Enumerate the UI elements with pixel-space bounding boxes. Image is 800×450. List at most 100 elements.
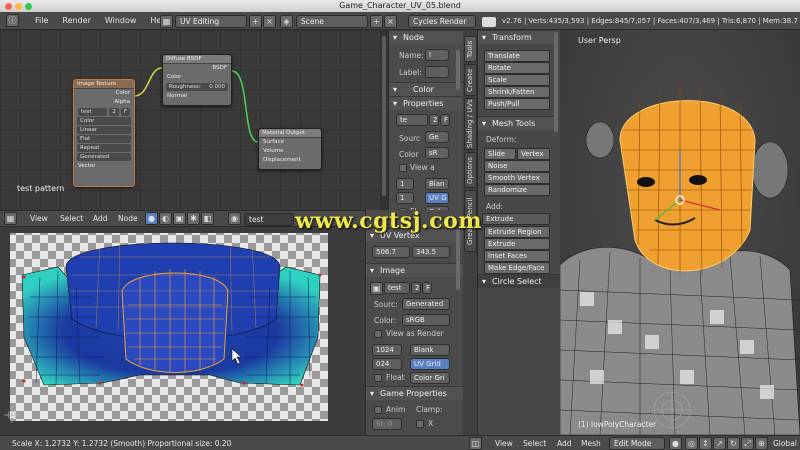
lamp-icon[interactable]: ✱ <box>187 212 200 225</box>
extrude-select[interactable]: Extrude <box>482 213 550 225</box>
make-edge-face-button[interactable]: Make Edge/Face <box>484 262 550 274</box>
smooth-vertex-button[interactable]: Smooth Vertex <box>484 172 550 184</box>
uv-vertex-y-field[interactable]: 343.5 <box>412 246 450 258</box>
node-interpolation[interactable]: Linear <box>77 126 131 134</box>
image-color-select[interactable]: sRGB <box>402 314 450 326</box>
uv-grid-button[interactable]: UV G <box>425 192 449 204</box>
rotate-button[interactable]: Rotate <box>484 62 550 74</box>
viewport-editor-type-icon[interactable]: ◫ <box>469 437 482 450</box>
properties-fake-user[interactable]: F <box>440 114 450 126</box>
shading-mode-icon[interactable]: ● <box>669 437 682 450</box>
minimize-window-button[interactable] <box>15 3 22 10</box>
layout-select[interactable]: UV Editing <box>175 15 247 28</box>
viewport-menu-mesh[interactable]: Mesh <box>581 439 601 448</box>
material-icon[interactable]: ◉ <box>228 212 241 225</box>
extrude-region-button[interactable]: Extrude Region <box>484 226 550 238</box>
scene-icon[interactable]: ◈ <box>280 15 293 28</box>
uv-menu-select[interactable]: Select <box>60 214 83 223</box>
diffuse-bsdf-node[interactable]: Diffuse BSDF BSDF Color Roughness: 0.000 … <box>162 54 232 106</box>
uv-vertex-x-field[interactable]: 506.7 <box>372 246 410 258</box>
properties-height-field[interactable]: 1 <box>396 192 414 204</box>
node-color-space[interactable]: Color <box>77 117 131 125</box>
game-properties-header[interactable]: Game Properties <box>366 386 464 401</box>
scale-button[interactable]: Scale <box>484 74 550 86</box>
translate-button[interactable]: Translate <box>484 50 550 62</box>
clamp-x-checkbox[interactable] <box>416 420 424 428</box>
node-editor[interactable]: Image Texture Color Alpha test 2 F Color… <box>0 30 380 210</box>
node-editor-scrollbar[interactable] <box>380 30 388 210</box>
tab-shading-uvs[interactable]: Shading / UVs <box>464 98 477 150</box>
shrink-fatten-button[interactable]: Shrink/Fatten <box>484 86 550 98</box>
layout-add-icon[interactable]: + <box>249 15 262 28</box>
uv-view-as-render-checkbox[interactable] <box>374 330 382 338</box>
uv-menu-view[interactable]: View <box>30 214 48 223</box>
uv-menu-node[interactable]: Node <box>118 214 138 223</box>
scene-add-icon[interactable]: + <box>370 15 383 28</box>
menu-file[interactable]: File <box>28 16 55 25</box>
mode-select[interactable]: Edit Mode <box>609 437 665 450</box>
image-browse-icon[interactable]: ▣ <box>370 282 383 295</box>
transform-panel-header[interactable]: Transform <box>478 30 554 45</box>
layout-icon[interactable]: ▦ <box>160 15 173 28</box>
node-extension[interactable]: Repeat <box>77 144 131 152</box>
color-panel-header[interactable]: Color <box>389 82 464 97</box>
menu-render[interactable]: Render <box>55 16 97 25</box>
image-texture-node[interactable]: Image Texture Color Alpha test 2 F Color… <box>73 79 135 187</box>
slide-vertex-button[interactable]: Vertex <box>517 148 550 160</box>
noise-button[interactable]: Noise <box>484 160 550 172</box>
push-pull-button[interactable]: Push/Pull <box>484 98 550 110</box>
uv-float-checkbox[interactable] <box>374 374 382 382</box>
maximize-window-button[interactable] <box>25 3 32 10</box>
render-engine-select[interactable]: Cycles Render <box>408 15 476 28</box>
world-shader-icon[interactable]: ◐ <box>159 212 172 225</box>
layout-remove-icon[interactable]: × <box>263 15 276 28</box>
pivot-point-icon[interactable]: ◎ <box>685 437 698 450</box>
label-field[interactable] <box>425 66 449 78</box>
node-image-field[interactable]: test <box>78 108 108 116</box>
viewport-menu-view[interactable]: View <box>495 439 513 448</box>
image-height-field[interactable]: 024 <box>372 358 402 370</box>
node-panel-header[interactable]: Node <box>389 30 464 45</box>
uv-image-editor[interactable] <box>0 227 365 435</box>
node-props-scrollbar[interactable] <box>456 50 460 90</box>
compositing-icon[interactable]: ◧ <box>201 212 214 225</box>
image-name-field[interactable]: test <box>384 282 410 294</box>
properties-color-select[interactable]: sR <box>425 147 449 159</box>
3d-viewport[interactable]: User Persp (1) lowPolyCharacter <box>560 30 800 435</box>
texture-icon[interactable]: ▣ <box>173 212 186 225</box>
translate-manipulator-icon[interactable]: ↗ <box>713 437 726 450</box>
menu-window[interactable]: Window <box>98 16 144 25</box>
anim-checkbox[interactable] <box>374 406 382 414</box>
properties-width-field[interactable]: 1 <box>396 178 414 190</box>
circle-select-panel-header[interactable]: Circle Select <box>478 274 560 289</box>
view-as-render-checkbox[interactable] <box>399 164 407 172</box>
close-window-button[interactable] <box>5 3 12 10</box>
viewport-menu-select[interactable]: Select <box>523 439 546 448</box>
rotate-manipulator-icon[interactable]: ↻ <box>727 437 740 450</box>
orientation-select[interactable]: Global <box>773 439 797 448</box>
slide-edge-button[interactable]: Slide Ed <box>484 148 516 168</box>
scene-select[interactable]: Scene <box>296 15 368 28</box>
extrude-individual-button[interactable]: Extrude Individual <box>484 238 550 258</box>
editor-type-icon[interactable]: ▦ <box>4 212 17 225</box>
tab-options[interactable]: Options <box>464 152 477 188</box>
transform-orientation-icon[interactable]: ⊕ <box>755 437 768 450</box>
manipulator-icon[interactable]: ↕ <box>699 437 712 450</box>
object-shader-icon[interactable]: ● <box>145 212 158 225</box>
uv-blank-button[interactable]: Blank <box>410 344 450 356</box>
node-projection[interactable]: Flat <box>77 135 131 143</box>
properties-image-field[interactable]: te <box>396 114 428 126</box>
material-output-node[interactable]: Material Output Surface Volume Displacem… <box>258 128 322 170</box>
uv-uv-grid-button[interactable]: UV Grid <box>410 358 450 370</box>
name-field[interactable]: I <box>425 49 449 61</box>
anim-start-field[interactable]: St: 0 <box>372 418 402 430</box>
image-fake-user[interactable]: F <box>422 282 432 294</box>
blank-button[interactable]: Blan <box>425 178 449 190</box>
uv-color-grid-button[interactable]: Color Gri <box>410 372 450 384</box>
image-width-field[interactable]: 1024 <box>372 344 402 356</box>
image-panel-header[interactable]: Image <box>366 263 464 278</box>
viewport-menu-add[interactable]: Add <box>557 439 572 448</box>
image-source-select[interactable]: Generated <box>402 298 450 310</box>
diffuse-roughness-field[interactable]: Roughness: 0.000 <box>166 83 228 91</box>
node-image-fake-user[interactable]: F <box>120 108 130 116</box>
